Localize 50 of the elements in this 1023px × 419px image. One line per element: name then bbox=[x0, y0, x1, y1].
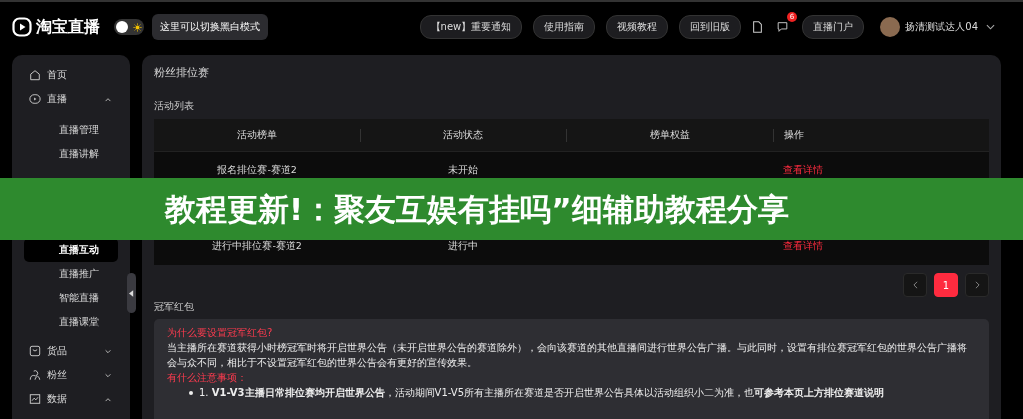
submenu-item[interactable]: 直播管理 bbox=[24, 118, 118, 142]
column-header: 活动榜单 bbox=[235, 128, 278, 142]
notice-paragraph: 当主播所在赛道获得小时榜冠军时将开启世界公告（未开启世界公告的赛道除外），会向该赛道的其他直播间进行世界公告广播。与此同时，设置有排位赛冠军红包的世界公告广播将会与众不同，相比于不设置冠军红包的世界公告会有更好的宣传效果。 bbox=[167, 341, 968, 370]
details-link[interactable]: 查看详情 bbox=[782, 240, 823, 251]
document-icon[interactable] bbox=[752, 21, 764, 33]
table-cell-text: 进行中排位赛-赛道2 bbox=[211, 240, 303, 253]
collapse-handle[interactable] bbox=[127, 273, 136, 313]
chevron-left-icon bbox=[912, 281, 918, 289]
page-title: 粉丝排位赛 bbox=[154, 65, 210, 80]
avatar[interactable] bbox=[880, 17, 901, 37]
submenu-item[interactable]: 直播推广 bbox=[24, 262, 118, 286]
notice-list-item: 1. V1-V3主播日常排位赛均开启世界公告，活动期间V1-V5所有主播所在赛道是否开启世界公告具体以活动组织小二为准，也可参考本页上方排位赛道说明 bbox=[199, 386, 884, 400]
play-logo-icon bbox=[12, 17, 32, 37]
header-link[interactable]: 【new】重要通知 bbox=[419, 15, 523, 39]
portal-button[interactable]: 直播门户 bbox=[802, 15, 865, 39]
notice-heading: 为什么要设置冠军红包? bbox=[167, 326, 274, 340]
column-header: 操作 bbox=[772, 128, 989, 142]
sidebar-item[interactable]: 货品 bbox=[12, 339, 130, 363]
page-button[interactable]: 1 bbox=[934, 273, 958, 297]
tooltip: 这里可以切换黑白模式 bbox=[152, 14, 268, 40]
submenu-item[interactable]: 直播互动 bbox=[24, 238, 118, 262]
caret-icon[interactable] bbox=[986, 24, 995, 30]
sidebar-item[interactable]: 直播 bbox=[12, 87, 130, 111]
column-header: 活动状态 bbox=[359, 128, 566, 142]
submenu-item[interactable]: 直播课堂 bbox=[24, 310, 118, 334]
overlay-banner: 教程更新!：聚友互娱有挂吗”细辅助教程分享 bbox=[0, 178, 1023, 240]
theme-toggle[interactable] bbox=[114, 19, 144, 35]
user-name[interactable]: 扬清测试达人04 bbox=[905, 20, 978, 34]
sidebar-item[interactable]: 首页 bbox=[12, 63, 130, 87]
sun-icon bbox=[133, 22, 142, 32]
header-link[interactable]: 使用指南 bbox=[533, 15, 596, 39]
table-cell-text: 进行中 bbox=[447, 240, 480, 253]
table-cell-text: 报名排位赛-赛道2 bbox=[216, 164, 298, 177]
submenu-item[interactable]: 智能直播 bbox=[24, 286, 118, 310]
notice-heading: 有什么注意事项： bbox=[167, 371, 248, 385]
logo-text: 淘宝直播 bbox=[36, 16, 100, 38]
section-title: 冠军红包 bbox=[154, 301, 195, 314]
sidebar-item[interactable]: 数据 bbox=[12, 387, 130, 411]
bullet-dot bbox=[189, 390, 193, 395]
triangle-left-icon bbox=[129, 289, 134, 297]
sidebar-item[interactable]: 粉丝 bbox=[12, 363, 130, 387]
section-title: 活动列表 bbox=[154, 100, 195, 113]
column-header: 榜单权益 bbox=[566, 128, 773, 142]
header-link[interactable]: 视频教程 bbox=[606, 15, 669, 39]
table-cell-text: 未开始 bbox=[447, 164, 480, 177]
submenu-item[interactable]: 直播讲解 bbox=[24, 142, 118, 166]
header-link[interactable]: 回到旧版 bbox=[679, 15, 742, 39]
message-icon[interactable] bbox=[777, 21, 789, 33]
chevron-right-icon bbox=[974, 281, 980, 289]
details-link[interactable]: 查看详情 bbox=[782, 164, 823, 175]
